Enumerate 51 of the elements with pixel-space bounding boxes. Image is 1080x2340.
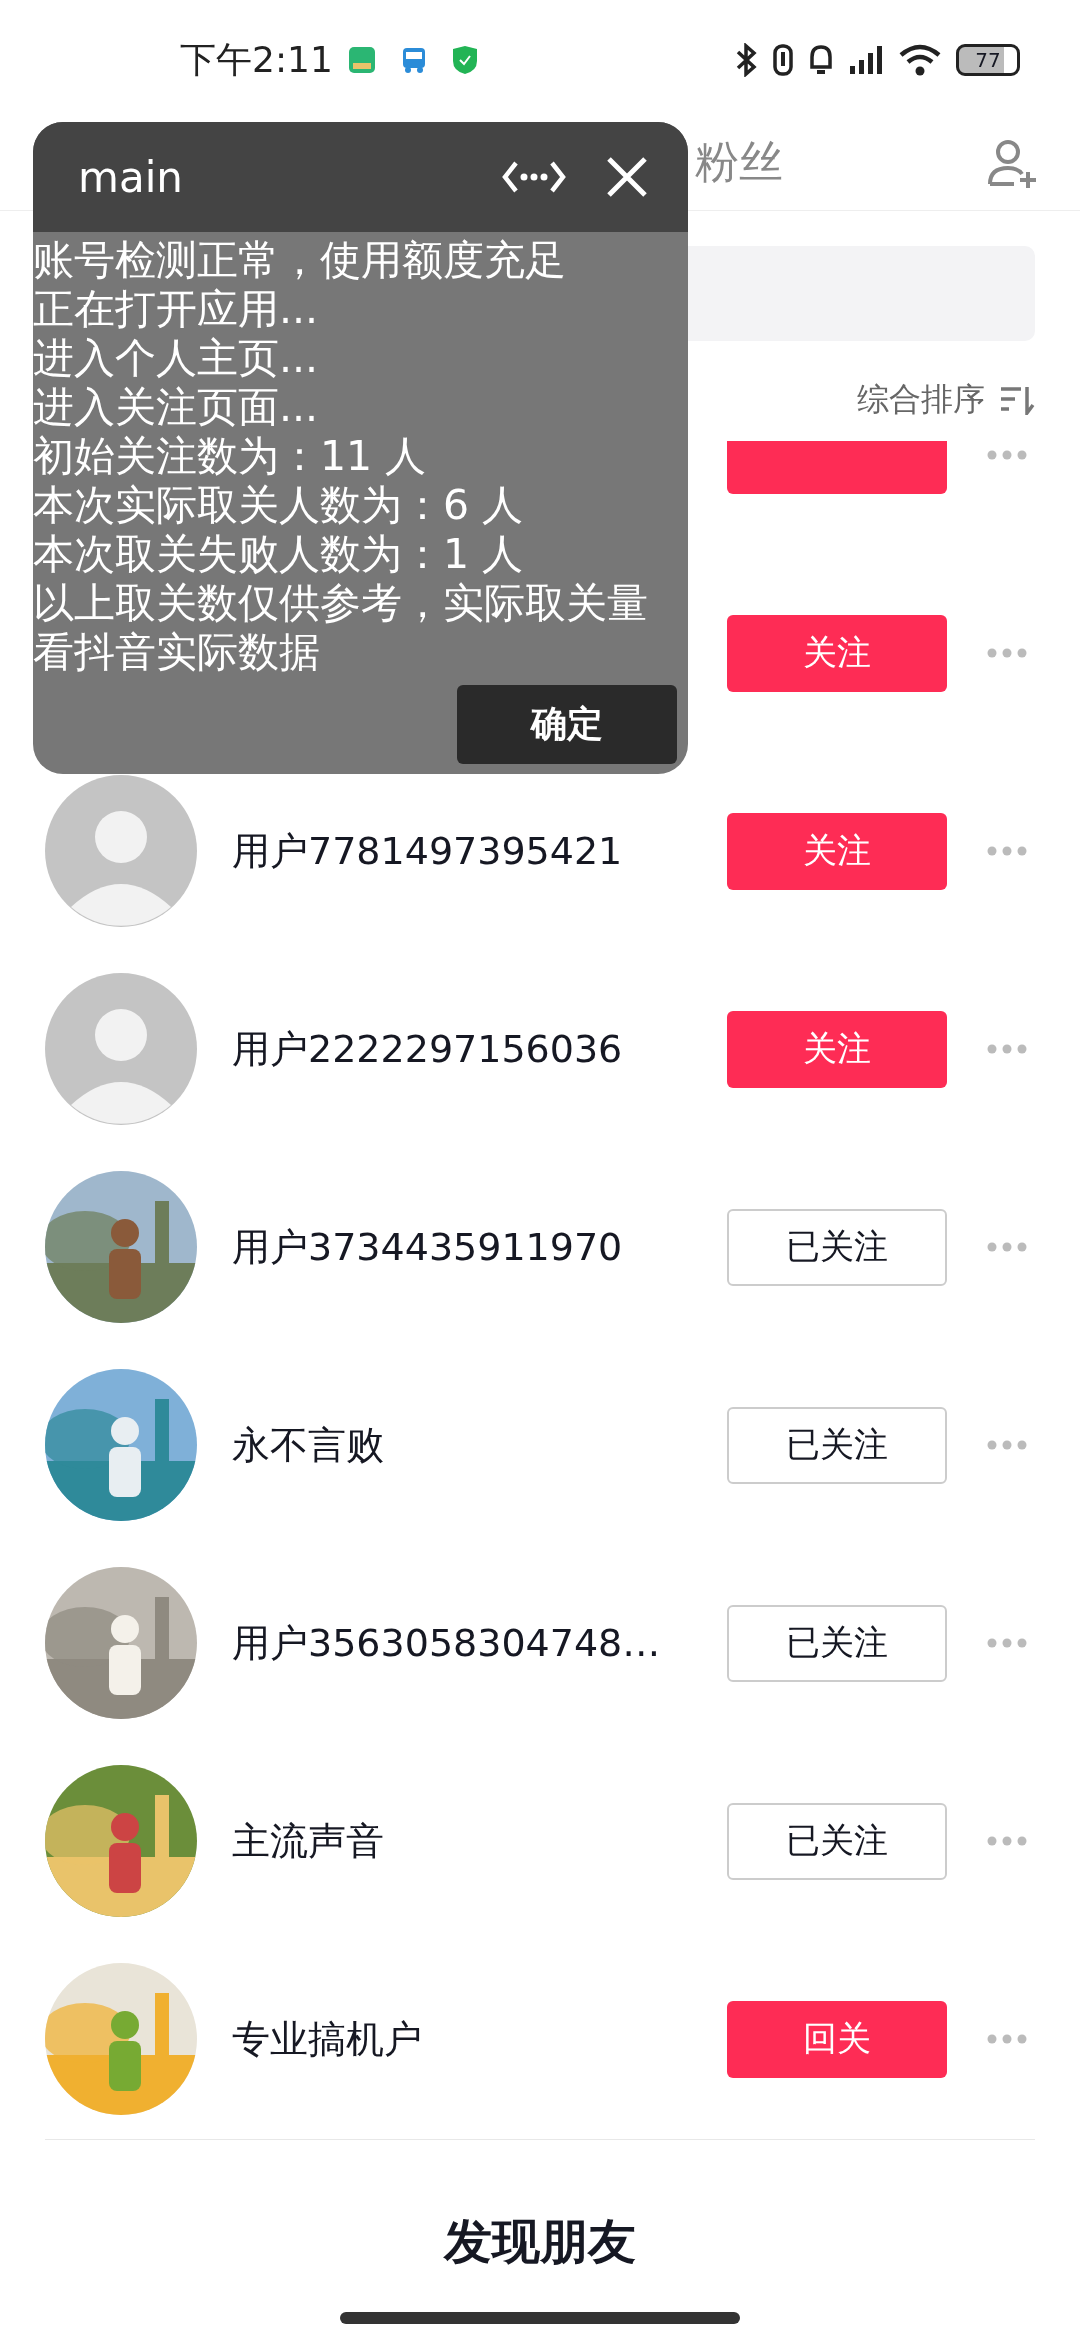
- log-line: 进入关注页面...: [33, 383, 320, 432]
- sort-icon[interactable]: [999, 385, 1035, 415]
- default-avatar-icon: [45, 973, 197, 1125]
- app-notification-icon: [346, 45, 377, 75]
- user-name[interactable]: 主流声音: [232, 1815, 702, 1867]
- follow-button[interactable]: 已关注: [727, 1802, 947, 1880]
- log-line: 本次实际取关人数为：6 人: [33, 481, 525, 530]
- tab[interactable]: 粉丝: [695, 125, 783, 205]
- user-name[interactable]: 用户2222297156036: [232, 1023, 702, 1075]
- log-line: 初始关注数为：11 人: [33, 432, 428, 481]
- follow-button[interactable]: 已关注: [727, 1604, 947, 1682]
- more-icon[interactable]: [987, 1836, 1027, 1846]
- follow-button[interactable]: 关注: [727, 812, 947, 890]
- default-avatar-icon: [45, 775, 197, 927]
- discover-friends-title[interactable]: 发现朋友: [444, 2210, 636, 2274]
- user-name[interactable]: 永不言败: [232, 1419, 702, 1471]
- more-icon[interactable]: [987, 2034, 1027, 2044]
- status-time: 下午2:11: [180, 37, 333, 82]
- vibrate-icon: [772, 43, 794, 77]
- bell-icon: [808, 43, 834, 77]
- follow-button[interactable]: 已关注: [727, 1406, 947, 1484]
- user-name[interactable]: 用户3734435911970: [232, 1221, 702, 1273]
- panel-title: main: [78, 152, 183, 202]
- more-icon[interactable]: [987, 1044, 1027, 1054]
- user-name[interactable]: 用户7781497395421: [232, 825, 702, 877]
- confirm-button[interactable]: 确定: [457, 685, 677, 764]
- log-line: 账号检测正常，使用额度充足: [33, 236, 567, 285]
- log-line: 以上取关数仅供参考，实际取关量看抖音实际数据: [33, 579, 649, 677]
- signal-icon: [848, 44, 884, 76]
- follow-button[interactable]: 关注: [727, 1010, 947, 1088]
- user-name[interactable]: 用户3563058304748…: [232, 1617, 702, 1669]
- wifi-icon: [898, 43, 942, 77]
- more-icon[interactable]: [987, 846, 1027, 856]
- follow-button[interactable]: 回关: [727, 2000, 947, 2078]
- bluetooth-icon: [734, 43, 758, 77]
- more-icon[interactable]: [987, 648, 1027, 658]
- close-icon[interactable]: [606, 156, 648, 198]
- log-line: 进入个人主页...: [33, 334, 320, 383]
- battery-level: 77: [956, 44, 1020, 76]
- more-icon[interactable]: [987, 1638, 1027, 1648]
- home-indicator[interactable]: [340, 2312, 740, 2324]
- more-icon[interactable]: [987, 1440, 1027, 1450]
- more-icon[interactable]: [987, 1242, 1027, 1252]
- follow-button[interactable]: 关注: [727, 614, 947, 692]
- log-line: 本次取关失败人数为：1 人: [33, 530, 525, 579]
- shield-icon: [450, 45, 479, 75]
- user-name[interactable]: 专业搞机户: [232, 2013, 702, 2065]
- follow-button[interactable]: 已关注: [727, 1208, 947, 1286]
- log-line: 正在打开应用...: [33, 285, 320, 334]
- sort-option[interactable]: 综合排序: [857, 378, 985, 422]
- more-icon[interactable]: [987, 450, 1027, 460]
